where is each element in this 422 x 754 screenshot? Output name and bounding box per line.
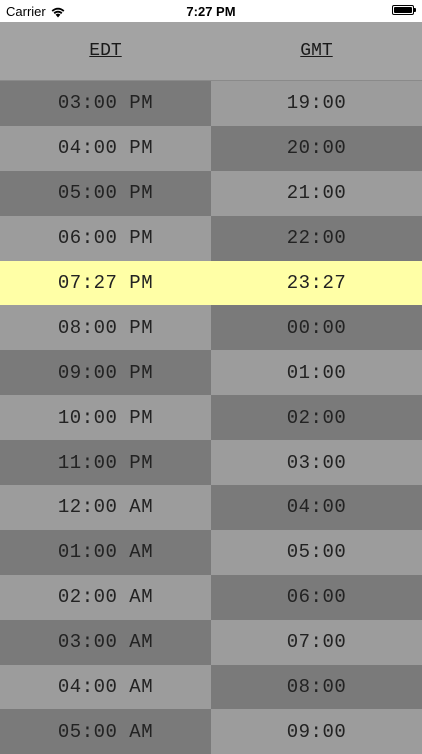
time-row[interactable]: 05:00 PM 21:00 (0, 170, 422, 216)
right-time-cell: 03:00 (211, 440, 422, 486)
left-time-cell: 03:00 AM (0, 619, 211, 665)
time-row[interactable]: 06:00 PM 22:00 (0, 215, 422, 261)
left-time-cell: 08:00 PM (0, 305, 211, 351)
time-row[interactable]: 11:00 PM 03:00 (0, 440, 422, 486)
time-row[interactable]: 01:00 AM 05:00 (0, 529, 422, 575)
right-time-cell: 01:00 (211, 350, 422, 396)
current-time-row[interactable]: 07:27 PM 23:27 (0, 260, 422, 306)
timezone-header: EDT GMT (0, 22, 422, 81)
right-time-cell: 19:00 (211, 81, 422, 126)
right-time-cell: 23:27 (211, 260, 422, 306)
right-time-cell: 05:00 (211, 529, 422, 575)
left-time-cell: 05:00 AM (0, 709, 211, 754)
timezone-left-button[interactable]: EDT (0, 22, 211, 80)
right-time-cell: 20:00 (211, 125, 422, 171)
time-row[interactable]: 08:00 PM 00:00 (0, 305, 422, 351)
right-time-cell: 06:00 (211, 574, 422, 620)
time-row[interactable]: 10:00 PM 02:00 (0, 395, 422, 441)
left-time-cell: 02:00 AM (0, 574, 211, 620)
timezone-right-button[interactable]: GMT (211, 22, 422, 80)
left-time-cell: 07:27 PM (0, 260, 211, 306)
left-time-cell: 06:00 PM (0, 215, 211, 261)
left-time-cell: 01:00 AM (0, 529, 211, 575)
left-time-cell: 10:00 PM (0, 395, 211, 441)
right-time-cell: 08:00 (211, 664, 422, 710)
right-time-cell: 02:00 (211, 395, 422, 441)
right-time-cell: 07:00 (211, 619, 422, 665)
status-bar: Carrier 7:27 PM (0, 0, 422, 22)
left-time-cell: 12:00 AM (0, 485, 211, 530)
left-time-cell: 04:00 AM (0, 664, 211, 710)
right-time-cell: 22:00 (211, 215, 422, 261)
left-time-cell: 11:00 PM (0, 440, 211, 486)
time-row[interactable]: 02:00 AM 06:00 (0, 574, 422, 620)
time-row[interactable]: 09:00 PM 01:00 (0, 350, 422, 396)
left-time-cell: 05:00 PM (0, 170, 211, 216)
battery-icon (392, 5, 416, 15)
left-time-cell: 04:00 PM (0, 125, 211, 171)
time-row[interactable]: 12:00 AM 04:00 (0, 485, 422, 530)
left-time-cell: 09:00 PM (0, 350, 211, 396)
time-row[interactable]: 03:00 AM 07:00 (0, 619, 422, 665)
time-rows: 03:00 PM 19:00 04:00 PM 20:00 05:00 PM 2… (0, 81, 422, 754)
status-time: 7:27 PM (186, 4, 236, 19)
right-time-cell: 21:00 (211, 170, 422, 216)
right-time-cell: 00:00 (211, 305, 422, 351)
left-time-cell: 03:00 PM (0, 81, 211, 126)
time-row[interactable]: 04:00 PM 20:00 (0, 125, 422, 171)
right-time-cell: 04:00 (211, 485, 422, 530)
time-row[interactable]: 04:00 AM 08:00 (0, 664, 422, 710)
time-row[interactable]: 03:00 PM 19:00 (0, 81, 422, 126)
time-row[interactable]: 05:00 AM 09:00 (0, 709, 422, 754)
right-time-cell: 09:00 (211, 709, 422, 754)
